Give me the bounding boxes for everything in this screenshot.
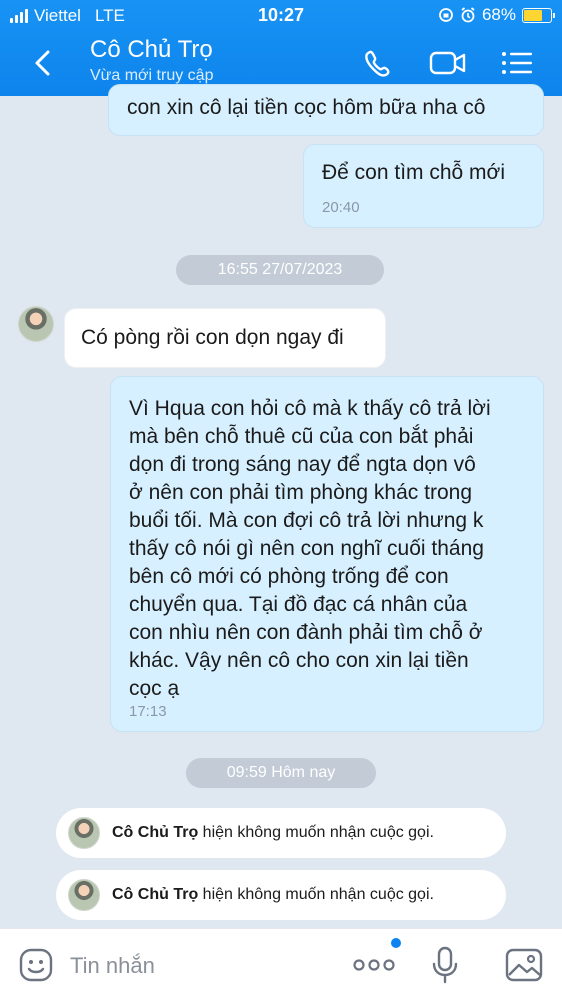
contact-avatar[interactable] bbox=[18, 306, 54, 342]
message-line: buổi tối. Mà con đợi cô trả lời nhưng k bbox=[129, 509, 484, 532]
call-notice-text: hiện không muốn nhận cuộc gọi. bbox=[202, 824, 434, 841]
menu-button[interactable] bbox=[498, 46, 538, 80]
list-menu-icon bbox=[502, 52, 532, 74]
message-line: ở nên con phải tìm phòng khác trong bbox=[129, 481, 472, 504]
message-line: Vì Hqua con hỏi cô mà k thấy cô trả lời bbox=[129, 397, 491, 420]
call-notice-name: Cô Chủ Trọ bbox=[112, 886, 199, 903]
contact-avatar bbox=[68, 817, 100, 849]
battery-percent: 68% bbox=[481, 5, 516, 24]
message-input[interactable] bbox=[70, 949, 320, 983]
alarm-icon bbox=[461, 7, 475, 23]
battery-fill bbox=[524, 9, 542, 21]
more-dots-icon bbox=[353, 959, 395, 971]
message-input-bar bbox=[0, 928, 562, 1000]
message-bubble-outgoing[interactable]: con xin cô lại tiền cọc hôm bữa nha cô bbox=[108, 84, 544, 136]
status-bar: Viettel LTE 10:27 68% bbox=[0, 0, 562, 32]
message-line: mà bên chỗ thuê cũ của con bắt phải bbox=[129, 425, 474, 448]
chat-title-block[interactable]: Cô Chủ Trọ Vừa mới truy cập bbox=[90, 36, 213, 86]
status-right: 68% bbox=[438, 5, 555, 25]
back-button[interactable] bbox=[28, 46, 58, 80]
date-separator: 09:59 Hôm nay bbox=[186, 758, 376, 788]
message-line: dọn đi trong sáng nay để ngta dọn vô bbox=[129, 453, 476, 476]
image-icon bbox=[505, 948, 543, 982]
video-camera-icon bbox=[429, 51, 466, 75]
video-call-button[interactable] bbox=[428, 46, 468, 80]
message-line: con nhìu nên con đành phải tìm chỗ ở bbox=[129, 621, 483, 644]
message-line: bên cô mới có phòng trống để con bbox=[129, 565, 449, 588]
emoji-button[interactable] bbox=[18, 947, 54, 988]
message-bubble-incoming[interactable]: Có pòng rồi con dọn ngay đi bbox=[64, 308, 386, 368]
date-separator: 16:55 27/07/2023 bbox=[176, 255, 384, 285]
message-text: Có pòng rồi con dọn ngay đi bbox=[81, 326, 344, 349]
image-button[interactable] bbox=[505, 947, 543, 988]
call-button[interactable] bbox=[360, 46, 400, 80]
message-text: Để con tìm chỗ mới bbox=[322, 161, 505, 184]
microphone-icon bbox=[432, 946, 458, 984]
contact-avatar bbox=[68, 879, 100, 911]
message-line: thấy cô nói gì nên con nghĩ cuối tháng bbox=[129, 537, 484, 560]
message-line: chuyển qua. Tại đồ đạc cá nhân của bbox=[129, 593, 468, 616]
chevron-left-icon bbox=[35, 50, 50, 76]
last-seen-status: Vừa mới truy cập bbox=[90, 67, 214, 84]
battery-icon bbox=[522, 7, 555, 23]
phone-icon bbox=[365, 50, 390, 77]
message-line: cọc ạ bbox=[129, 677, 180, 700]
message-line: khác. Vậy nên cô cho con xin lại tiền bbox=[129, 649, 469, 672]
message-text: con xin cô lại tiền cọc hôm bữa nha cô bbox=[127, 96, 486, 119]
message-time: 17:13 bbox=[129, 703, 167, 720]
message-bubble-outgoing[interactable]: Vì Hqua con hỏi cô mà k thấy cô trả lời … bbox=[110, 376, 544, 732]
more-options-button[interactable] bbox=[352, 955, 396, 980]
call-notice-text: hiện không muốn nhận cuộc gọi. bbox=[202, 886, 434, 903]
message-bubble-outgoing[interactable]: Để con tìm chỗ mới 20:40 bbox=[303, 144, 544, 228]
message-text: Vì Hqua con hỏi cô mà k thấy cô trả lời … bbox=[129, 395, 491, 703]
chat-title: Cô Chủ Trọ bbox=[90, 36, 213, 63]
rotation-lock-icon bbox=[439, 8, 453, 22]
voice-button[interactable] bbox=[430, 945, 460, 990]
chat-header: Viettel LTE 10:27 68% Cô Chủ Trọ Vừa mới… bbox=[0, 0, 562, 96]
call-notice[interactable]: Cô Chủ Trọ hiện không muốn nhận cuộc gọi… bbox=[56, 870, 506, 920]
new-feature-dot bbox=[391, 938, 401, 948]
emoji-icon bbox=[19, 948, 53, 982]
call-notice[interactable]: Cô Chủ Trọ hiện không muốn nhận cuộc gọi… bbox=[56, 808, 506, 858]
message-time: 20:40 bbox=[322, 199, 360, 216]
call-notice-name: Cô Chủ Trọ bbox=[112, 824, 199, 841]
